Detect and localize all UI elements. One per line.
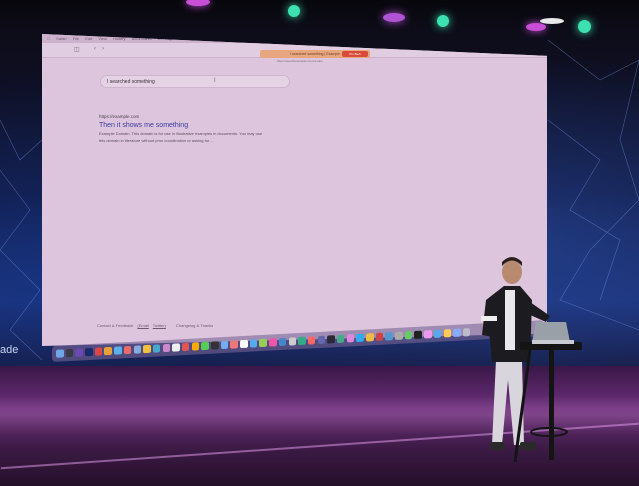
presenter-figure <box>481 257 582 463</box>
conference-stage-photo: ade  Safari File Edit View History Book… <box>0 0 639 486</box>
